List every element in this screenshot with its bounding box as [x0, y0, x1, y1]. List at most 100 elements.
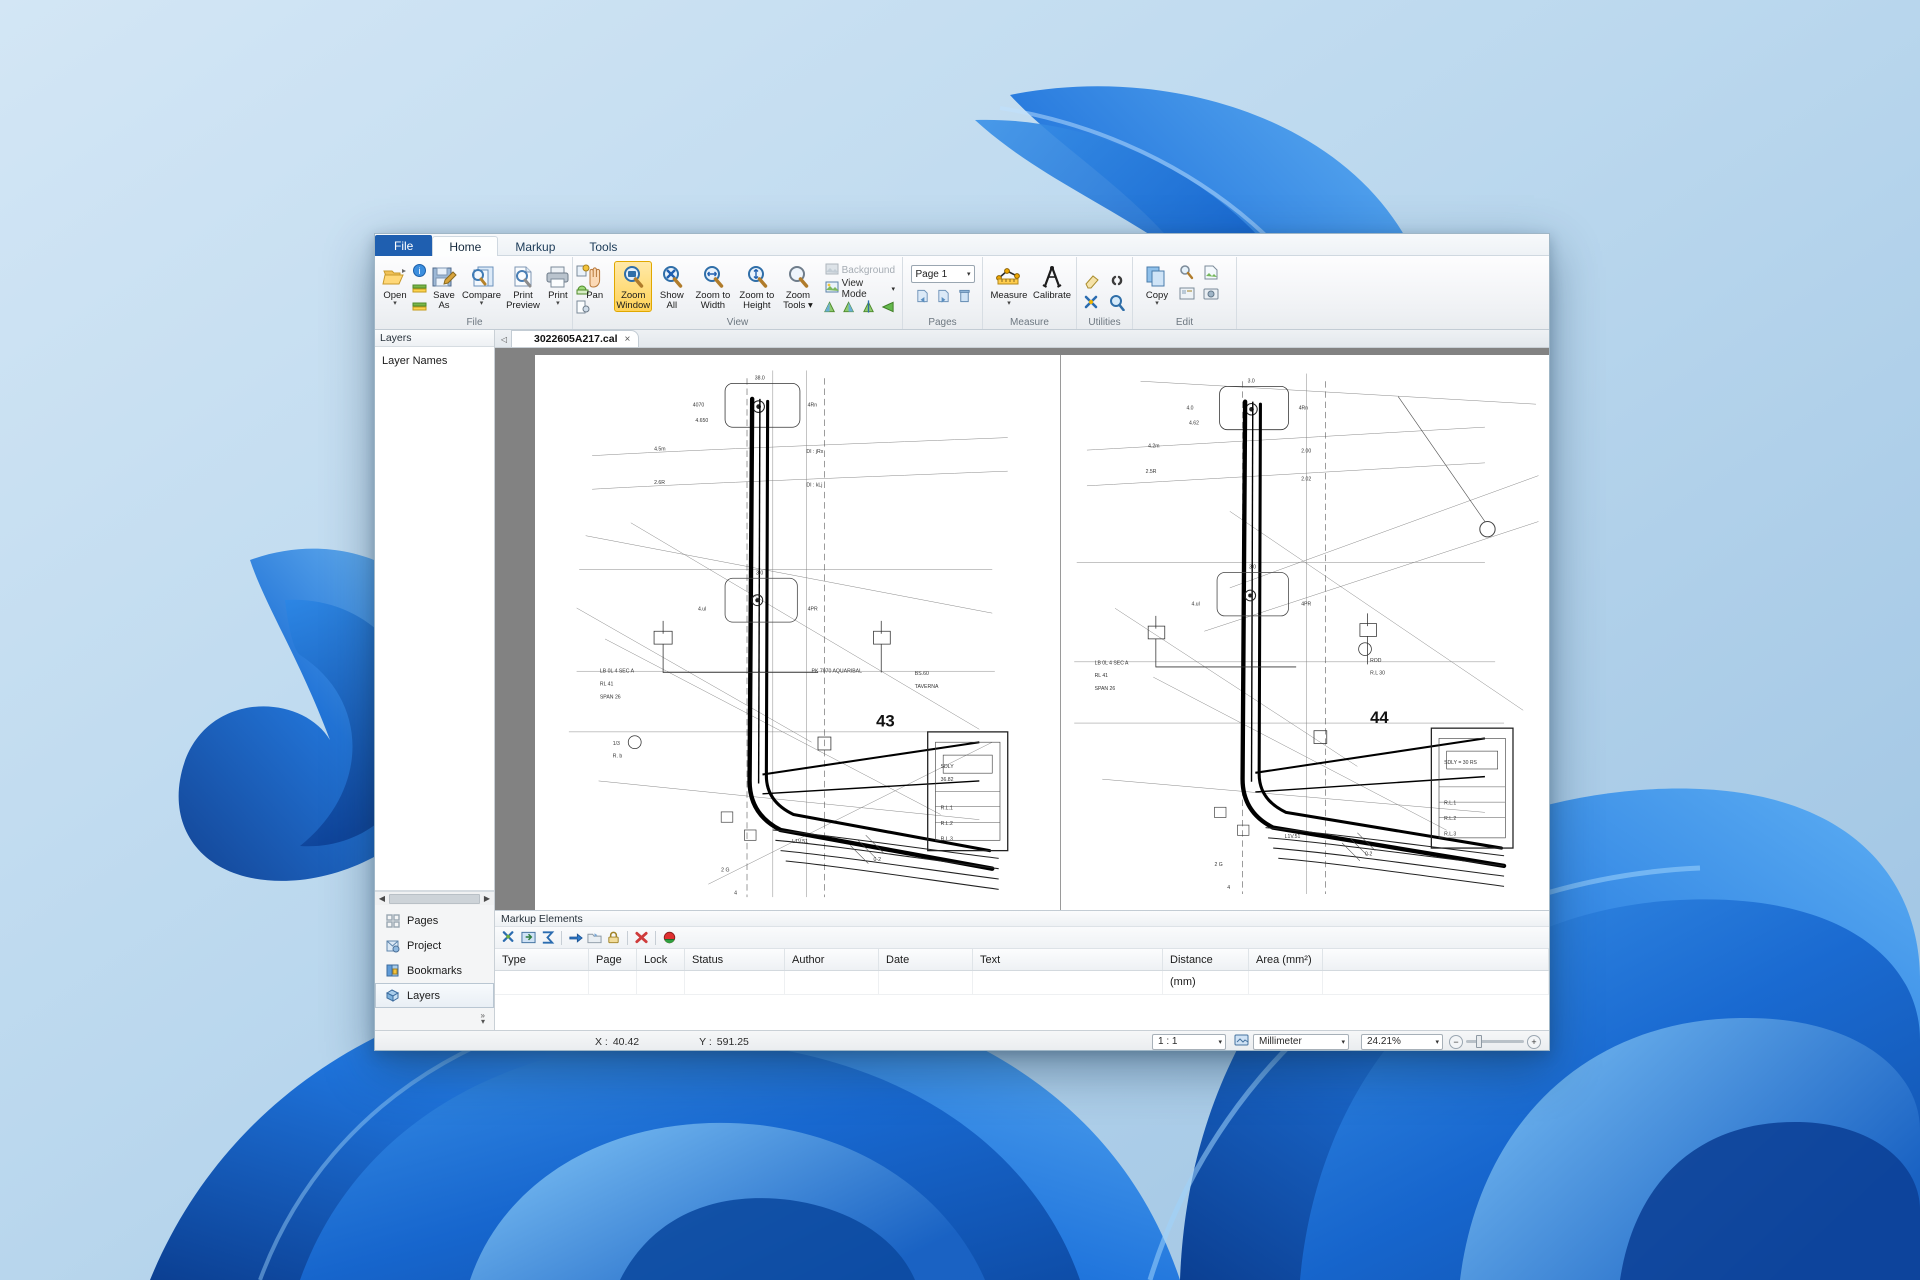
zoom-to-height-button[interactable]: Zoom to Height — [735, 261, 778, 312]
summary-icon[interactable] — [539, 929, 556, 946]
next-page-icon[interactable] — [935, 287, 952, 304]
scale-caret-icon[interactable]: ▾ — [1218, 1038, 1222, 1046]
markup-elements-grid[interactable]: Type Page Lock Status Author Date Text D… — [495, 949, 1549, 1030]
color-legend-icon[interactable] — [661, 929, 678, 946]
background-menu-item[interactable]: Background — [821, 262, 899, 279]
recent-files-icon[interactable] — [411, 280, 428, 297]
page-select-caret-icon[interactable]: ▾ — [967, 270, 971, 278]
print-caret-icon[interactable]: ▾ — [556, 300, 560, 307]
column-header-status[interactable]: Status — [685, 949, 785, 970]
calibrate-button[interactable]: Calibrate — [1031, 261, 1073, 302]
capture-region-icon[interactable] — [1200, 284, 1221, 303]
zoom-slider-control[interactable]: − + — [1449, 1034, 1541, 1049]
dock-overflow-caret-icon[interactable]: ▾ — [481, 1018, 485, 1026]
coordinate-x: X : 40.42 — [589, 1034, 645, 1050]
zoom-out-button[interactable]: − — [1449, 1034, 1463, 1049]
delete-markup-icon[interactable] — [633, 929, 650, 946]
column-header-text[interactable]: Text — [973, 949, 1163, 970]
snapshot-icon[interactable] — [1176, 284, 1197, 303]
edit-icon-grid — [1176, 261, 1222, 303]
dock-overflow-button[interactable]: » ▾ — [375, 1008, 494, 1030]
table-row[interactable] — [495, 971, 1549, 995]
forward-icon[interactable] — [567, 929, 584, 946]
print-preview-button[interactable]: Print Preview — [504, 261, 542, 312]
tools-wrench-icon[interactable] — [1081, 293, 1102, 312]
search-icon[interactable] — [1106, 293, 1127, 312]
flip-vertical-icon[interactable] — [860, 298, 877, 315]
unit-caret-icon[interactable]: ▾ — [1341, 1038, 1345, 1046]
previous-page-icon[interactable] — [914, 287, 931, 304]
column-header-distance[interactable]: Distance (mm) — [1163, 949, 1249, 988]
flip-horizontal-icon[interactable] — [879, 298, 896, 315]
unit-dropdown[interactable]: Millimeter ▾ — [1253, 1033, 1349, 1050]
scroll-right-icon[interactable]: ▶ — [481, 894, 493, 903]
bookmarks-icon — [385, 963, 400, 978]
sidebar-item-project[interactable]: Project — [375, 933, 494, 958]
zoom-window-button[interactable]: Zoom Window — [614, 261, 653, 312]
import-markup-icon[interactable] — [520, 929, 537, 946]
scroll-thumb[interactable] — [389, 893, 480, 904]
column-header-page[interactable]: Page — [589, 949, 637, 970]
print-button[interactable]: Print ▾ — [543, 261, 573, 308]
folder-open-icon[interactable] — [586, 929, 603, 946]
ribbon-group-edit: Copy ▾ Edit — [1133, 257, 1237, 329]
scale-dropdown[interactable]: 1 : 1 ▾ — [1152, 1033, 1226, 1050]
sidebar-item-layers[interactable]: Layers — [375, 983, 494, 1008]
document-tab[interactable]: 3022605A217.cal × — [511, 330, 640, 347]
save-as-button-label: Save As — [433, 290, 455, 311]
zoom-tools-button[interactable]: Zoom Tools ▾ — [779, 261, 816, 312]
scroll-left-icon[interactable]: ◀ — [376, 894, 388, 903]
sidebar-item-bookmarks-label: Bookmarks — [407, 964, 463, 977]
zoom-in-button[interactable]: + — [1527, 1034, 1541, 1049]
sidebar-item-bookmarks[interactable]: Bookmarks — [375, 958, 494, 983]
eraser-icon[interactable] — [1081, 271, 1102, 290]
compare-caret-icon[interactable]: ▾ — [480, 300, 484, 307]
rotate-right-icon[interactable] — [841, 298, 858, 315]
open-button[interactable]: Open ▾ — [380, 261, 410, 308]
info-icon[interactable]: i — [411, 262, 428, 279]
unit-icon[interactable] — [1234, 1033, 1249, 1050]
column-header-date[interactable]: Date — [879, 949, 973, 970]
markup-tools-icon[interactable] — [501, 929, 518, 946]
measure-caret-icon[interactable]: ▾ — [1007, 300, 1011, 307]
close-icon[interactable]: × — [625, 334, 631, 345]
tab-nav-prev-icon[interactable]: ◁ — [497, 331, 511, 347]
markup-grid-rows[interactable] — [495, 971, 1549, 1030]
pan-button[interactable]: Pan — [576, 261, 613, 302]
open-caret-icon[interactable]: ▾ — [393, 300, 397, 307]
find-icon[interactable] — [1176, 263, 1197, 282]
lock-icon[interactable] — [605, 929, 622, 946]
page-sheet[interactable]: 38.0 4070 4.650 4Rn 4.5m DI : jRx 2.6R D… — [535, 355, 1549, 910]
zoom-to-width-button[interactable]: Zoom to Width — [691, 261, 734, 312]
view-mode-caret-icon[interactable]: ▾ — [892, 285, 896, 293]
column-header-area[interactable]: Area (mm²) — [1249, 949, 1323, 970]
zoom-dropdown[interactable]: 24.21% ▾ — [1361, 1033, 1443, 1050]
compare-button[interactable]: Compare ▾ — [460, 261, 503, 308]
link-icon[interactable] — [1106, 271, 1127, 290]
zoom-slider[interactable] — [1466, 1035, 1524, 1048]
save-as-button[interactable]: Save As — [429, 261, 459, 312]
page-select-dropdown[interactable]: Page 1 ▾ — [910, 265, 975, 283]
zoom-caret-icon[interactable]: ▾ — [1435, 1038, 1439, 1046]
view-mode-menu-item[interactable]: View Mode ▾ — [821, 278, 899, 300]
sidebar-item-pages[interactable]: Pages — [375, 908, 494, 933]
rotate-left-icon[interactable] — [822, 298, 839, 315]
measure-button[interactable]: Measure ▾ — [988, 261, 1030, 308]
ribbon-tab-markup[interactable]: Markup — [498, 236, 572, 256]
column-header-type[interactable]: Type — [495, 949, 589, 970]
export-icon[interactable] — [411, 298, 428, 315]
copy-caret-icon[interactable]: ▾ — [1155, 300, 1159, 307]
ribbon-tab-file[interactable]: File — [375, 235, 433, 256]
zoom-slider-thumb[interactable] — [1476, 1035, 1482, 1048]
layers-horizontal-scrollbar[interactable]: ◀ ▶ — [375, 891, 494, 905]
delete-page-icon[interactable] — [956, 287, 973, 304]
ribbon-tab-home[interactable]: Home — [432, 236, 499, 256]
drawing-canvas[interactable]: 38.0 4070 4.650 4Rn 4.5m DI : jRx 2.6R D… — [495, 348, 1549, 910]
layers-list[interactable]: Layer Names — [375, 347, 494, 891]
ribbon-tab-tools[interactable]: Tools — [572, 236, 634, 256]
paste-image-icon[interactable] — [1200, 263, 1221, 282]
column-header-lock[interactable]: Lock — [637, 949, 685, 970]
show-all-button[interactable]: Show All — [653, 261, 690, 312]
column-header-author[interactable]: Author — [785, 949, 879, 970]
copy-button[interactable]: Copy ▾ — [1139, 261, 1175, 308]
